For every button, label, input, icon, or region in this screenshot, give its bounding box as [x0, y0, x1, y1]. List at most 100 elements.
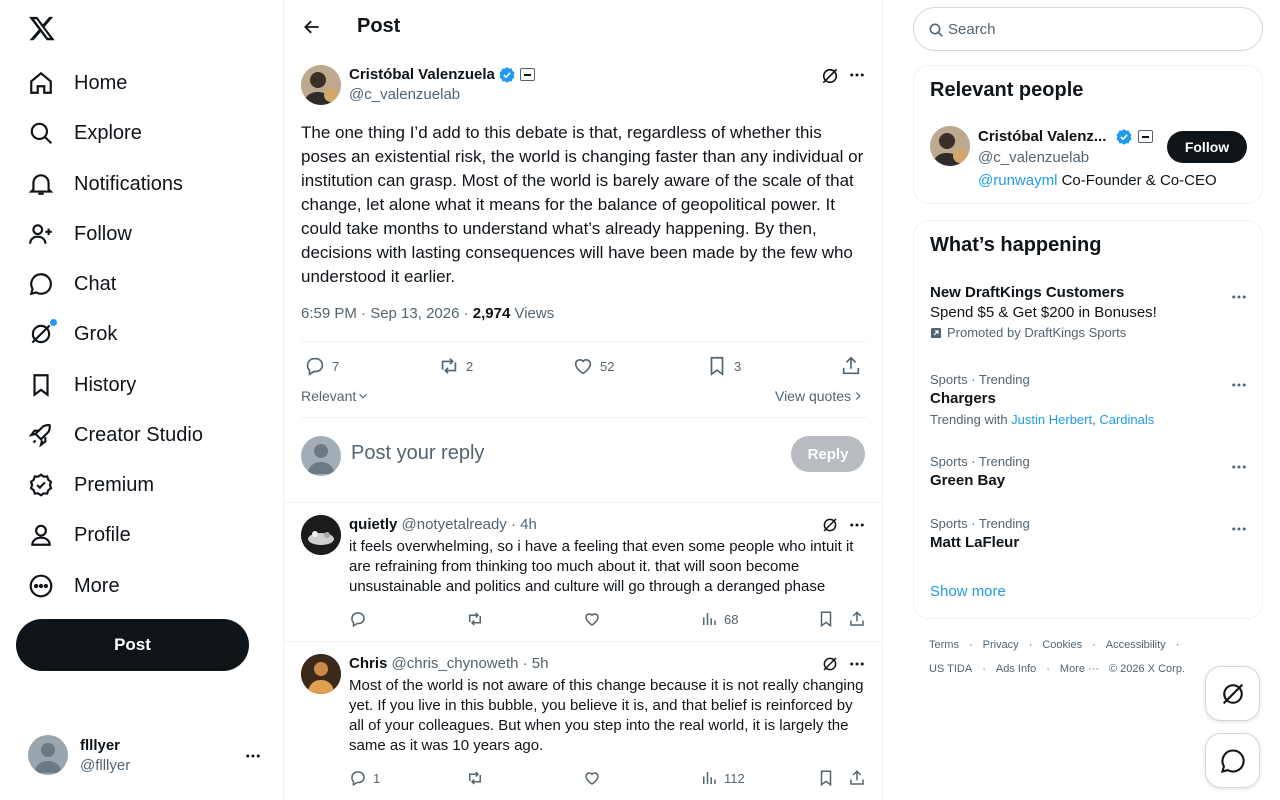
share-action[interactable]	[848, 610, 866, 628]
person-name[interactable]: Cristóbal Valenz...	[978, 128, 1106, 145]
reply-button[interactable]: Reply	[791, 436, 865, 472]
search-input[interactable]	[948, 8, 1248, 50]
reply-timestamp[interactable]: · 4h	[507, 516, 537, 533]
person-avatar[interactable]	[930, 126, 970, 166]
footer-link-privacy[interactable]: Privacy	[983, 639, 1019, 651]
more-options-icon[interactable]	[848, 66, 866, 84]
footer-link-accessibility[interactable]: Accessibility	[1106, 639, 1166, 651]
more-options-icon[interactable]	[1230, 376, 1248, 394]
share-action[interactable]	[840, 355, 862, 377]
nav-notifications[interactable]: Notifications	[28, 164, 183, 204]
promoted-icon	[930, 327, 942, 339]
nav-chat[interactable]: Chat	[28, 264, 116, 304]
more-options-icon[interactable]	[848, 516, 866, 534]
trend-title: Matt LaFleur	[930, 534, 1020, 551]
grok-floating-button[interactable]	[1205, 666, 1260, 721]
search-box[interactable]	[913, 7, 1263, 51]
reply-action[interactable]: 7	[304, 355, 339, 377]
author-avatar[interactable]	[301, 65, 341, 105]
reply-timestamp[interactable]: · 5h	[518, 655, 549, 672]
post-timestamp[interactable]: 6:59 PM · Sep 13, 2026 ·	[301, 305, 473, 322]
affiliate-badge-icon[interactable]	[520, 68, 535, 81]
footer-link-ads-info[interactable]: Ads Info	[996, 663, 1036, 675]
person-icon	[28, 522, 54, 548]
trend-title: Green Bay	[930, 472, 1006, 489]
nav-profile[interactable]: Profile	[28, 515, 131, 555]
author-handle[interactable]: @c_valenzuelab	[349, 86, 460, 103]
heart-icon	[583, 769, 601, 787]
sort-replies-dropdown[interactable]: Relevant	[301, 388, 370, 404]
reply-author-handle[interactable]: @chris_chynoweth	[392, 655, 519, 672]
like-action[interactable]	[583, 769, 601, 787]
person-handle[interactable]: @c_valenzuelab	[978, 149, 1089, 166]
bookmark-icon	[817, 769, 835, 787]
like-action[interactable]	[583, 610, 601, 628]
chat-floating-button[interactable]	[1205, 733, 1260, 788]
trend-item[interactable]: Sports · Trending Matt LaFleur	[930, 516, 1248, 551]
repost-icon	[438, 355, 460, 377]
post-button[interactable]: Post	[16, 619, 249, 671]
grok-icon[interactable]	[821, 655, 839, 673]
promoted-trend[interactable]: New DraftKings Customers Spend $5 & Get …	[930, 284, 1248, 340]
post-meta: 6:59 PM · Sep 13, 2026 · 2,974 Views	[301, 305, 554, 322]
divider	[284, 502, 882, 503]
repost-action[interactable]	[466, 610, 484, 628]
bookmark-action[interactable]	[817, 610, 835, 628]
reply-avatar[interactable]	[301, 654, 341, 694]
footer-link-cookies[interactable]: Cookies	[1042, 639, 1082, 651]
footer-link-us-tida[interactable]: US TIDA	[929, 663, 972, 675]
bookmark-action[interactable]	[817, 769, 835, 787]
author-name[interactable]: Cristóbal Valenzuela	[349, 66, 495, 83]
nav-explore[interactable]: Explore	[28, 113, 142, 153]
share-icon	[840, 355, 862, 377]
nav-creator-studio[interactable]: Creator Studio	[28, 415, 203, 455]
more-options-icon[interactable]	[1230, 458, 1248, 476]
reply-avatar[interactable]	[301, 515, 341, 555]
repost-action[interactable]: 2	[438, 355, 473, 377]
reply-input[interactable]: Post your reply	[351, 442, 484, 465]
divider	[301, 341, 867, 342]
bookmark-action[interactable]: 3	[706, 355, 741, 377]
trend-item[interactable]: Sports · Trending Chargers Trending with…	[930, 372, 1248, 427]
account-switcher[interactable]: flllyer @flllyer	[28, 735, 268, 775]
reply-action[interactable]: 1	[349, 769, 380, 787]
trend-item[interactable]: Sports · Trending Green Bay	[930, 454, 1248, 489]
footer-dot: ·	[968, 639, 973, 651]
more-options-icon[interactable]	[848, 655, 866, 673]
footer-dot: ·	[982, 663, 986, 675]
reply-author-name[interactable]: quietly	[349, 516, 397, 533]
trend-link[interactable]: Cardinals	[1099, 412, 1154, 427]
more-options-icon[interactable]	[1230, 520, 1248, 538]
x-logo-icon[interactable]	[28, 14, 56, 42]
show-more-link[interactable]: Show more	[930, 583, 1006, 600]
like-action[interactable]: 52	[572, 355, 614, 377]
more-options-icon[interactable]	[1230, 288, 1248, 306]
reply-author-handle[interactable]: @notyetalready	[402, 516, 507, 533]
more-options-icon[interactable]	[244, 747, 262, 765]
reply-author-name[interactable]: Chris	[349, 655, 387, 672]
nav-grok[interactable]: Grok	[28, 314, 117, 354]
footer-link-more[interactable]: More ···	[1060, 663, 1099, 675]
nav-premium[interactable]: Premium	[28, 465, 154, 505]
trend-context: Sports · Trending	[930, 454, 1030, 469]
view-quotes-link[interactable]: View quotes	[775, 388, 865, 404]
affiliate-badge-icon[interactable]	[1138, 130, 1153, 143]
back-arrow-icon[interactable]	[302, 17, 322, 37]
views-action[interactable]: 112	[700, 769, 745, 787]
bio-mention-link[interactable]: @runwayml	[978, 172, 1057, 189]
follow-button[interactable]: Follow	[1167, 131, 1247, 163]
nav-home[interactable]: Home	[28, 63, 127, 103]
repost-action[interactable]	[466, 769, 484, 787]
grok-icon[interactable]	[820, 66, 840, 86]
grok-icon[interactable]	[821, 516, 839, 534]
nav-history[interactable]: History	[28, 365, 136, 405]
bookmark-icon	[706, 355, 728, 377]
reply-action[interactable]	[349, 610, 373, 628]
nav-more[interactable]: More	[28, 566, 120, 606]
views-action[interactable]: 68	[700, 610, 738, 628]
share-action[interactable]	[848, 769, 866, 787]
nav-follow[interactable]: Follow	[28, 214, 132, 254]
footer-link-terms[interactable]: Terms	[929, 639, 959, 651]
avatar	[301, 436, 341, 476]
trend-link[interactable]: Justin Herbert	[1011, 412, 1092, 427]
